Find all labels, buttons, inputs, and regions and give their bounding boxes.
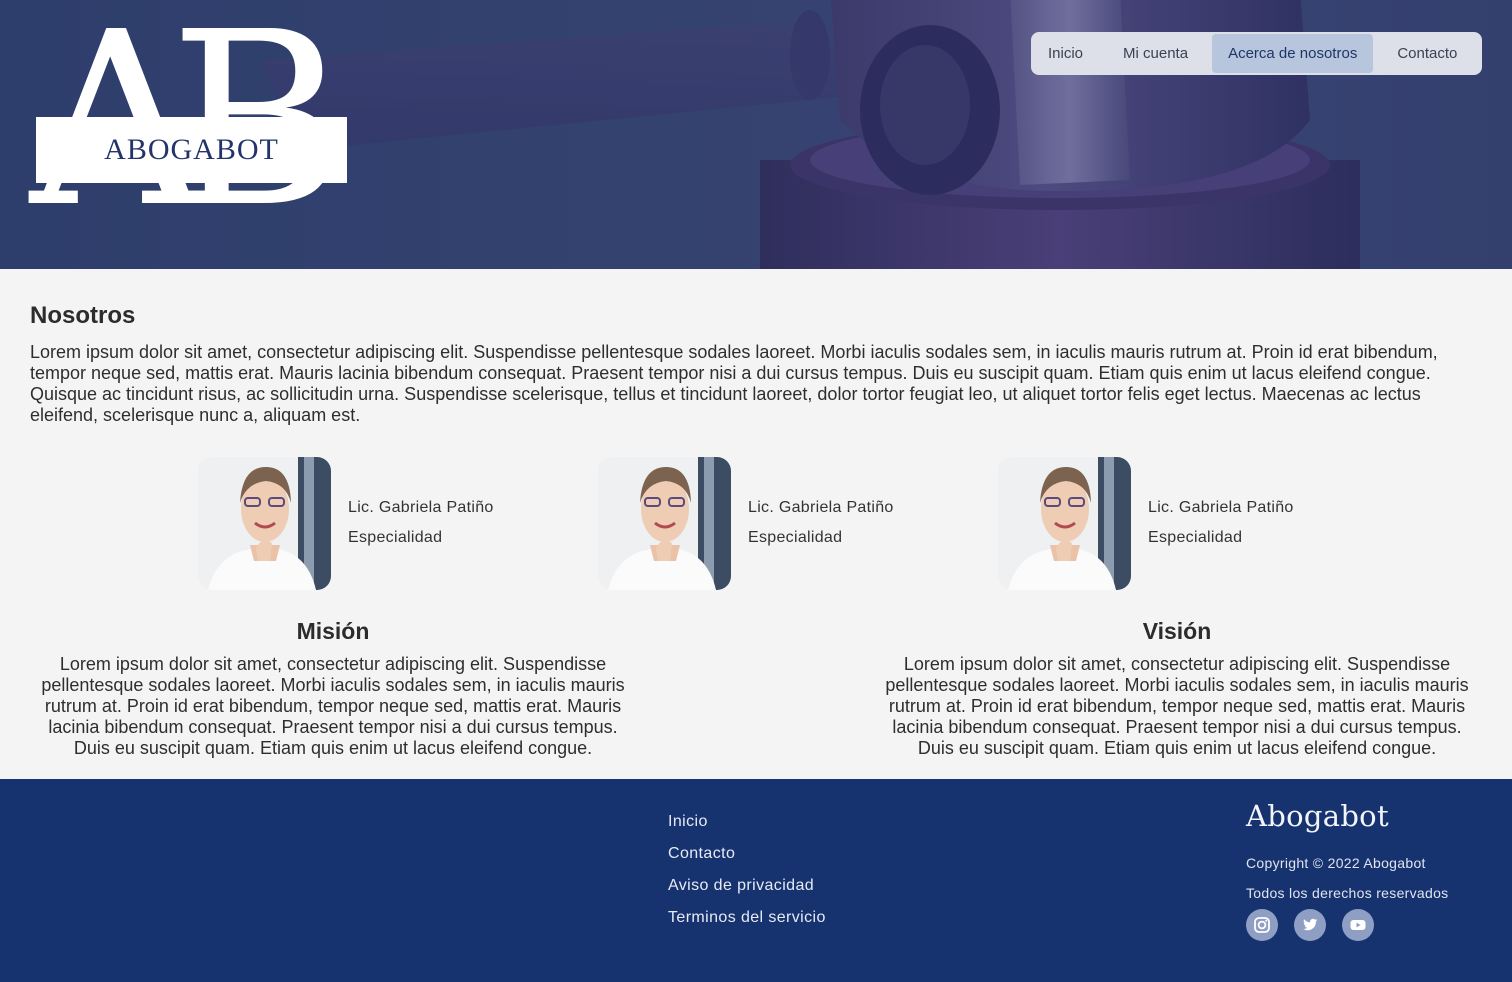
mission-title: Misión	[296, 618, 370, 644]
team-member-name: Lic. Gabriela Patiño	[748, 499, 894, 516]
abogabot-logo[interactable]: AB ABOGABOT	[30, 0, 350, 240]
vision-text: Lorem ipsum dolor sit amet, consectetur …	[885, 654, 1469, 758]
team-member-card: Lic. Gabriela Patiño Especialidad	[598, 457, 928, 590]
team-member-specialty: Especialidad	[1148, 529, 1243, 546]
team-member-photo	[998, 457, 1131, 590]
footer-link-terminos-del-servicio[interactable]: Terminos del servicio	[668, 909, 826, 941]
footer-link-inicio[interactable]: Inicio	[668, 813, 826, 845]
nav-item-contacto[interactable]: Contacto	[1373, 34, 1475, 73]
team-member-specialty: Especialidad	[348, 529, 443, 546]
footer-rights: Todos los derechos reservados	[1246, 885, 1449, 901]
footer-brand: Abogabot	[1246, 799, 1389, 833]
mission-section: Misión Lorem ipsum dolor sit amet, conse…	[33, 618, 633, 759]
team-member-name: Lic. Gabriela Patiño	[348, 499, 494, 516]
team-member-photo	[198, 457, 331, 590]
mission-text: Lorem ipsum dolor sit amet, consectetur …	[41, 654, 625, 758]
nav-item-inicio[interactable]: Inicio	[1034, 34, 1097, 73]
section-title-nosotros: Nosotros	[30, 302, 136, 329]
team-member-card: Lic. Gabriela Patiño Especialidad	[198, 457, 528, 590]
youtube-icon[interactable]	[1342, 909, 1374, 941]
footer-link-contacto[interactable]: Contacto	[668, 845, 826, 877]
hero-banner: AB ABOGABOT Inicio Mi cuenta Acerca de n…	[0, 0, 1512, 269]
about-page-content: Nosotros Lorem ipsum dolor sit amet, con…	[0, 269, 1512, 779]
main-navigation: Inicio Mi cuenta Acerca de nosotros Cont…	[1031, 32, 1482, 75]
social-links	[1246, 909, 1390, 941]
logo-wordmark: ABOGABOT	[104, 133, 279, 166]
team-member-specialty: Especialidad	[748, 529, 843, 546]
nav-item-mi-cuenta[interactable]: Mi cuenta	[1097, 34, 1212, 73]
instagram-icon[interactable]	[1246, 909, 1278, 941]
footer-link-aviso-de-privacidad[interactable]: Aviso de privacidad	[668, 877, 826, 909]
team-member-name: Lic. Gabriela Patiño	[1148, 499, 1294, 516]
team-member-card: Lic. Gabriela Patiño Especialidad	[998, 457, 1328, 590]
vision-title: Visión	[1142, 618, 1212, 644]
site-footer: Inicio Contacto Aviso de privacidad Term…	[0, 779, 1512, 982]
footer-copyright: Copyright © 2022 Abogabot	[1246, 855, 1426, 871]
nav-item-acerca-de-nosotros[interactable]: Acerca de nosotros	[1212, 34, 1374, 73]
footer-links: Inicio Contacto Aviso de privacidad Term…	[668, 813, 826, 941]
about-paragraph: Lorem ipsum dolor sit amet, consectetur …	[30, 342, 1438, 425]
twitter-icon[interactable]	[1294, 909, 1326, 941]
team-member-photo	[598, 457, 731, 590]
vision-section: Visión Lorem ipsum dolor sit amet, conse…	[877, 618, 1477, 759]
